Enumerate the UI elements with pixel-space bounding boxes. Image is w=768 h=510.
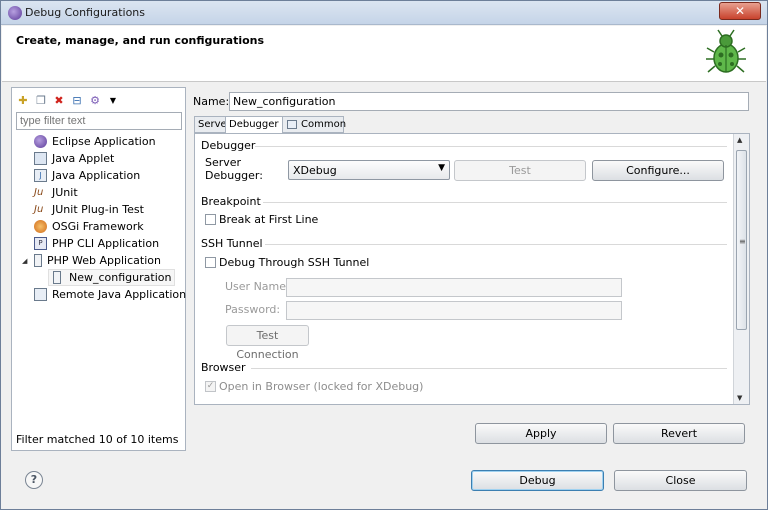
username-field[interactable] [286, 278, 622, 297]
chevron-down-icon[interactable]: ▼ [106, 94, 120, 108]
tree-item-eclipse-application[interactable]: Eclipse Application [34, 133, 156, 150]
tree-item-new-configuration[interactable]: New_configuration [48, 269, 176, 286]
tree-item-php-cli-application[interactable]: P PHP CLI Application [34, 235, 159, 252]
tree-item-label: Eclipse Application [52, 135, 156, 148]
password-field[interactable] [286, 301, 622, 320]
tab-debugger[interactable]: Debugger [225, 116, 283, 134]
debugger-form: Debugger Server Debugger: XDebug ▼ Test … [195, 134, 732, 404]
configure-button[interactable]: Configure... [592, 160, 724, 181]
username-label: User Name: [225, 280, 290, 293]
help-icon[interactable]: ? [25, 471, 43, 489]
tab-server[interactable]: Server [194, 116, 231, 133]
config-editor-pane: Name: New_configuration Server Debugger … [189, 87, 755, 451]
tree-item-label: Java Applet [52, 152, 115, 165]
bug-icon [706, 29, 746, 73]
section-divider [251, 368, 727, 369]
grip-icon: ≡ [739, 237, 746, 246]
duplicate-icon[interactable]: ❐ [34, 94, 48, 108]
test-button[interactable]: Test [454, 160, 586, 181]
revert-button[interactable]: Revert [613, 423, 745, 444]
close-icon[interactable]: ✕ [719, 2, 761, 20]
remote-java-icon [34, 288, 47, 301]
checkbox-label: Debug Through SSH Tunnel [219, 256, 370, 269]
window-title: Debug Configurations [25, 6, 146, 19]
filter-status: Filter matched 10 of 10 items [16, 433, 179, 446]
filter-icon[interactable]: ⚙ [88, 94, 102, 108]
checkbox-box [205, 214, 216, 225]
new-config-icon[interactable]: ✚ [16, 94, 30, 108]
filter-input[interactable] [16, 112, 182, 130]
section-divider [255, 146, 727, 147]
server-debugger-value: XDebug [293, 164, 337, 177]
debugger-section-title: Debugger [201, 139, 256, 152]
header-heading: Create, manage, and run configurations [16, 34, 265, 47]
test-connection-button[interactable]: Test Connection [226, 325, 309, 361]
browser-section-title: Browser [201, 361, 246, 374]
open-browser-checkbox[interactable]: ✓ Open in Browser (locked for XDebug) [205, 380, 423, 393]
checkbox-label: Open in Browser (locked for XDebug) [219, 380, 424, 393]
server-debugger-label-2: Debugger: [205, 169, 263, 182]
section-divider [265, 244, 727, 245]
tree-item-php-web-application[interactable]: ◢ PHP Web Application [22, 252, 161, 269]
config-list-pane: ✚ ❐ ✖ ⊟ ⚙ ▼ Eclipse Application Java App… [11, 87, 186, 451]
scroll-up-icon[interactable]: ▲ [737, 136, 742, 144]
server-debugger-select[interactable]: XDebug ▼ [288, 160, 450, 180]
scroll-thumb[interactable]: ≡ [736, 150, 747, 330]
checkbox-box [205, 257, 216, 268]
ssh-section-title: SSH Tunnel [201, 237, 263, 250]
tree-item-label: JUnit [52, 186, 78, 199]
tree-item-junit[interactable]: Ju JUnit [34, 184, 78, 201]
tree-item-java-application[interactable]: J Java Application [34, 167, 140, 184]
ssh-tunnel-checkbox[interactable]: Debug Through SSH Tunnel [205, 256, 369, 269]
java-app-icon: J [34, 169, 47, 182]
section-divider [263, 202, 727, 203]
collapse-all-icon[interactable]: ⊟ [70, 94, 84, 108]
tree-item-label: PHP CLI Application [52, 237, 160, 250]
tree-item-label: New_configuration [69, 271, 172, 284]
tab-common[interactable]: Common [282, 116, 347, 133]
dialog-window: Debug Configurations ✕ Create, manage, a… [0, 0, 768, 510]
java-applet-icon [34, 152, 47, 165]
tree-item-remote-java-application[interactable]: Remote Java Application [34, 286, 186, 303]
tree-item-label: OSGi Framework [52, 220, 144, 233]
osgi-icon [34, 220, 47, 233]
tree-item-label: JUnit Plug-in Test [52, 203, 144, 216]
breakpoint-section-title: Breakpoint [201, 195, 261, 208]
password-label: Password: [225, 303, 281, 316]
config-file-icon [53, 271, 61, 284]
debugger-tab-body: Debugger Server Debugger: XDebug ▼ Test … [194, 133, 750, 405]
tab-debugger-label: Debugger [229, 119, 279, 130]
title-bar: Debug Configurations ✕ [1, 1, 767, 25]
name-input[interactable]: New_configuration [229, 92, 749, 111]
eclipse-app-icon [34, 135, 47, 148]
tree-item-label: PHP Web Application [47, 254, 161, 267]
tree-item-junit-plugin-test[interactable]: Ju JUnit Plug-in Test [34, 201, 144, 218]
left-toolbar: ✚ ❐ ✖ ⊟ ⚙ ▼ [16, 92, 120, 110]
server-debugger-label: Server [205, 156, 242, 169]
break-first-line-checkbox[interactable]: Break at First Line [205, 213, 318, 226]
tree-item-label: Java Application [52, 169, 141, 182]
tree-item-java-applet[interactable]: Java Applet [34, 150, 114, 167]
delete-icon[interactable]: ✖ [52, 94, 66, 108]
checkbox-label: Break at First Line [219, 213, 319, 226]
close-button[interactable]: Close [614, 470, 747, 491]
checkmark-icon: ✓ [205, 381, 216, 392]
tree-item-label: Remote Java Application [52, 288, 187, 301]
tab-common-label: Common [301, 119, 347, 130]
eclipse-icon [8, 6, 22, 20]
dialog-header: Create, manage, and run configurations [2, 26, 766, 82]
expand-arrow-icon[interactable]: ◢ [22, 257, 34, 265]
vertical-scrollbar[interactable]: ▲ ≡ ▼ [733, 134, 749, 404]
scroll-down-icon[interactable]: ▼ [737, 394, 742, 402]
apply-button[interactable]: Apply [475, 423, 607, 444]
name-label: Name: [193, 95, 230, 108]
junit-icon: Ju [34, 187, 44, 198]
php-cli-icon: P [34, 237, 47, 250]
debug-button[interactable]: Debug [471, 470, 604, 491]
junit-plugin-icon: Ju [34, 204, 44, 215]
tree-item-osgi-framework[interactable]: OSGi Framework [34, 218, 144, 235]
php-web-icon [34, 254, 42, 267]
common-tab-icon [287, 120, 297, 129]
chevron-down-icon: ▼ [438, 163, 445, 173]
